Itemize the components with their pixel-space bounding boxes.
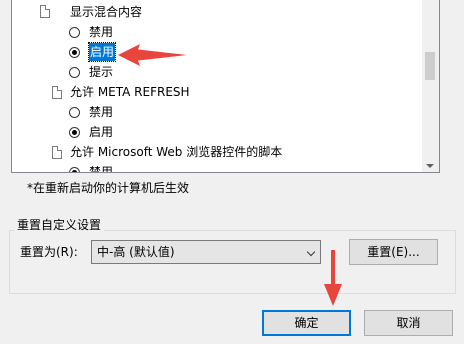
annotation-arrows — [118, 44, 342, 306]
arrow-to-enable-option-icon — [118, 44, 187, 66]
arrow-to-ok-button-icon — [324, 250, 342, 306]
